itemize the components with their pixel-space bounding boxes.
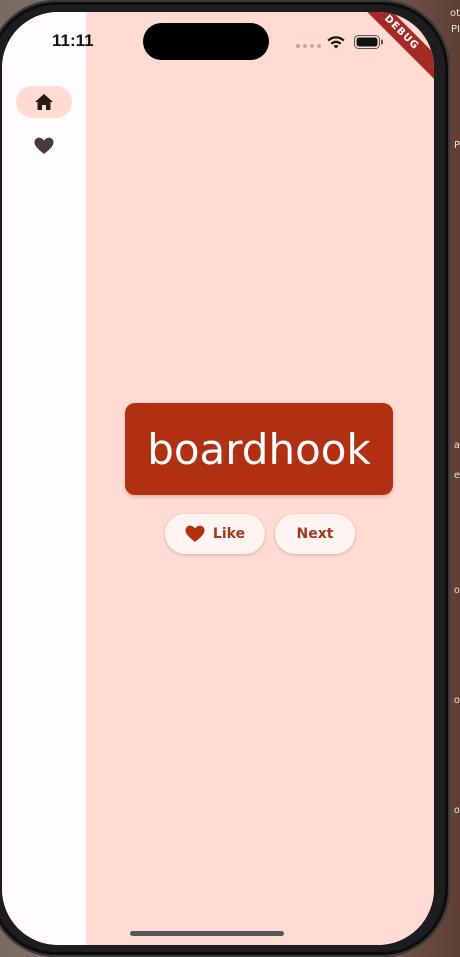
home-icon — [35, 94, 53, 110]
phone-frame: 11:11 DEBUG boardhook Like Next — [0, 0, 450, 957]
background-text: PI — [451, 24, 460, 35]
phone-screen: 11:11 DEBUG boardhook Like Next — [2, 12, 434, 945]
heart-icon — [185, 525, 205, 542]
like-button[interactable]: Like — [165, 514, 265, 554]
next-button-label: Next — [296, 526, 334, 542]
next-button[interactable]: Next — [275, 514, 355, 554]
cellular-signal-icon — [296, 44, 321, 48]
battery-icon — [354, 35, 383, 49]
navigation-rail — [2, 12, 86, 945]
word-pair-card: boardhook — [125, 403, 393, 495]
word-pair-text: boardhook — [147, 424, 371, 474]
like-button-label: Like — [212, 526, 246, 542]
home-indicator[interactable] — [130, 931, 284, 936]
nav-rail-favorites[interactable] — [16, 130, 72, 162]
status-bar: 11:11 DEBUG — [2, 12, 434, 86]
background-text: ot — [449, 8, 460, 19]
wifi-icon — [327, 36, 345, 49]
status-time: 11:11 — [52, 31, 94, 50]
nav-rail-home[interactable] — [16, 86, 72, 118]
heart-icon — [34, 137, 54, 154]
dynamic-island — [143, 23, 269, 60]
